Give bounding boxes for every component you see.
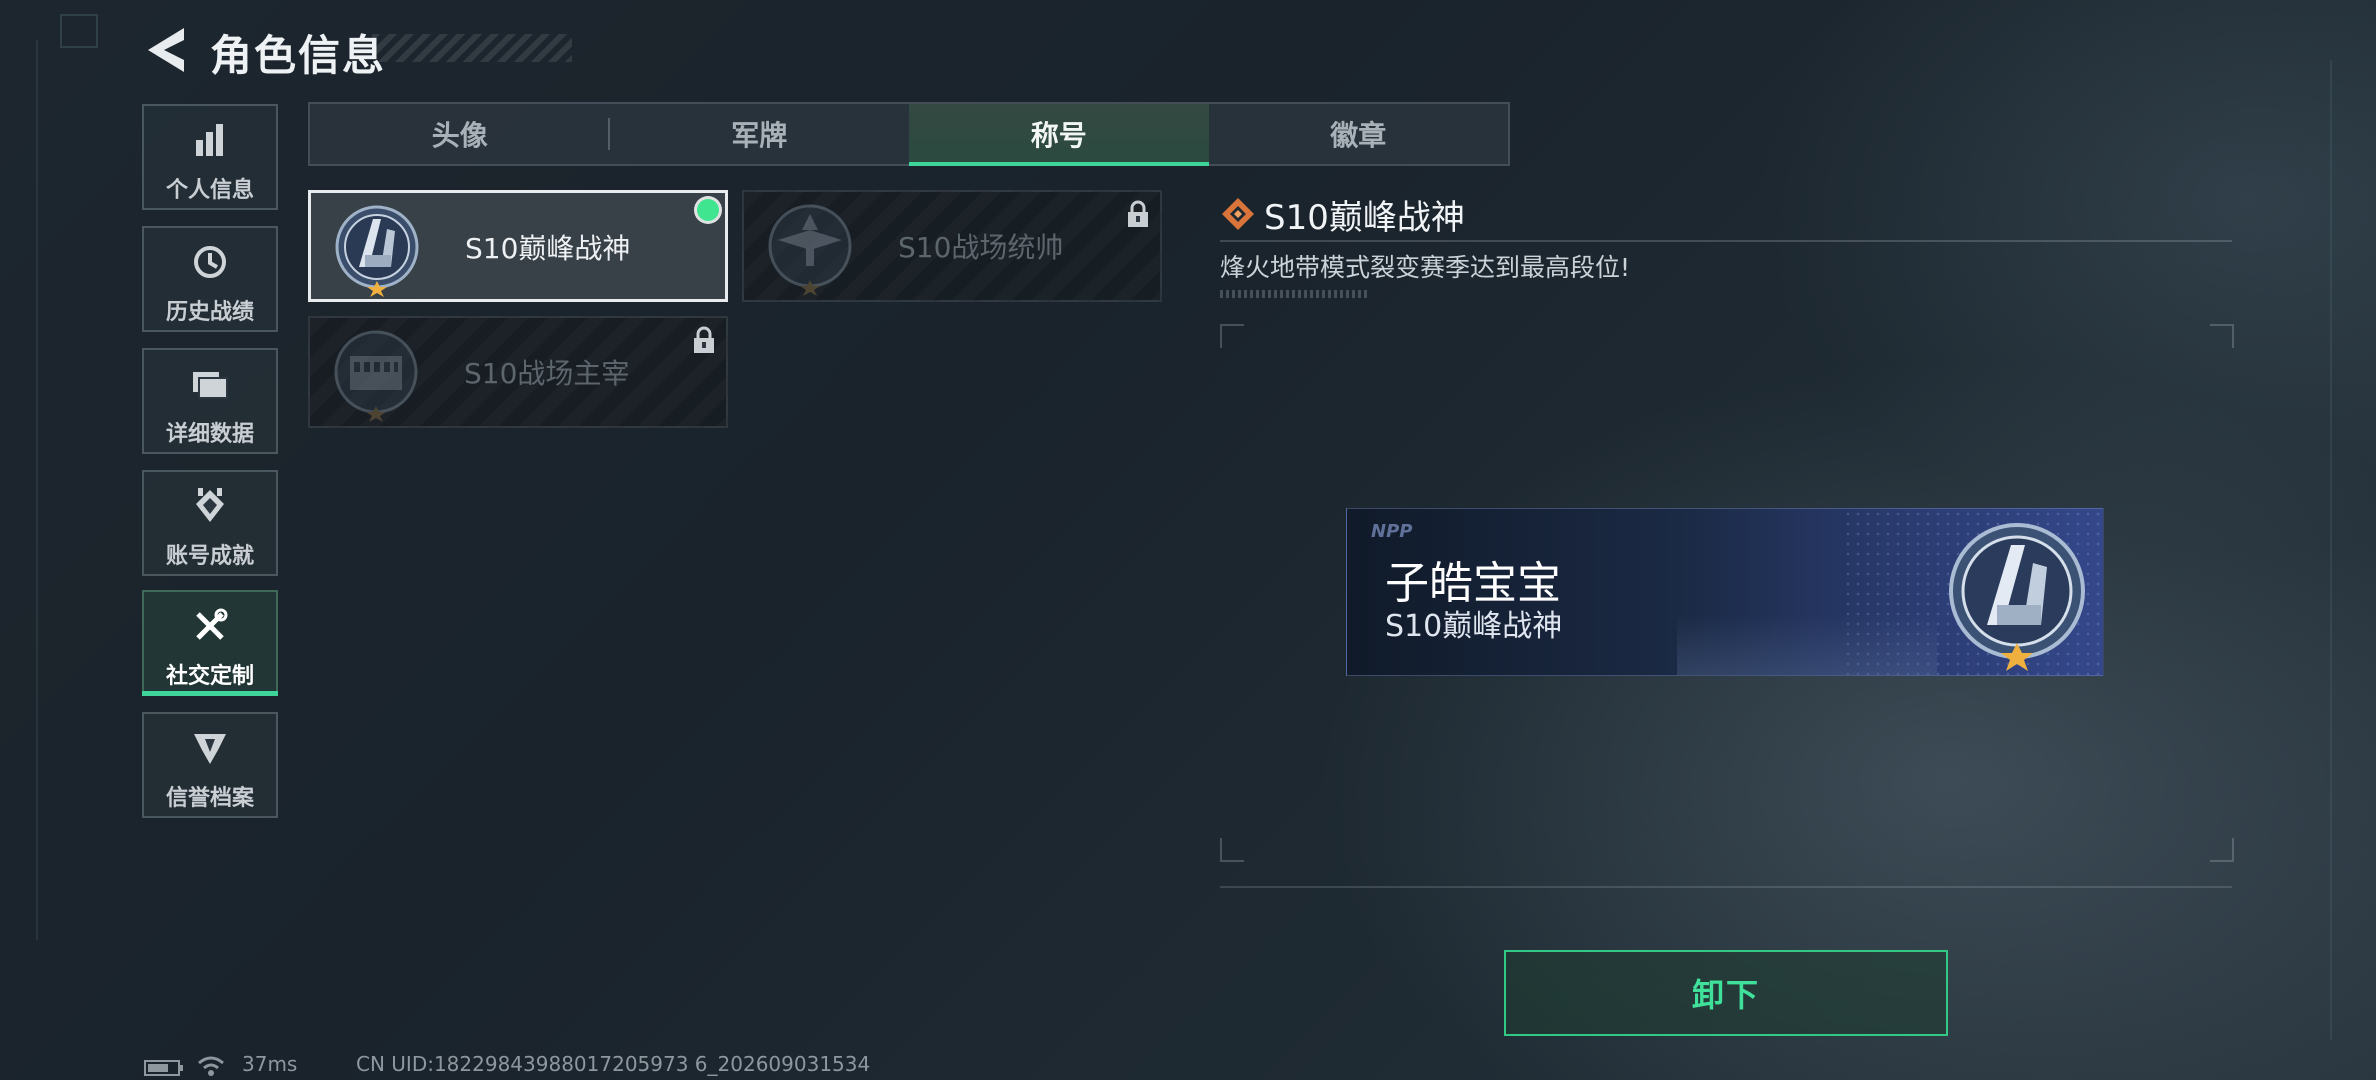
battery-icon xyxy=(144,1060,183,1076)
nameplate-cityscape xyxy=(1677,615,1937,675)
nameplate-preview: NPP 子皓宝宝 S10巅峰战神 xyxy=(1346,508,2104,676)
preview-frame-corner xyxy=(1220,838,1244,862)
detail-title: S10巅峰战神 xyxy=(1264,198,1465,238)
preview-frame-corner xyxy=(1220,324,1244,348)
active-indicator xyxy=(142,691,278,696)
title-decoration xyxy=(372,34,572,62)
title-emblem-icon xyxy=(334,330,418,422)
detail-divider xyxy=(1220,240,2232,242)
title-name: S10战场主宰 xyxy=(464,357,630,390)
nameplate-logo: NPP xyxy=(1371,521,1413,542)
history-clock-icon xyxy=(144,244,276,280)
sidebar-item-label: 历史战绩 xyxy=(165,300,254,325)
bar-chart-icon xyxy=(144,122,276,158)
title-emblem-icon xyxy=(768,204,852,296)
tab-label: 头像 xyxy=(431,119,488,152)
title-rank-icon xyxy=(1222,198,1254,230)
tab-label: 徽章 xyxy=(1330,119,1387,152)
wifi-icon xyxy=(198,1056,224,1076)
sidebar-item-social-custom[interactable]: 社交定制 xyxy=(142,590,278,696)
back-arrow-icon xyxy=(148,28,184,72)
title-card-s10-peak-god[interactable]: S10巅峰战神 xyxy=(308,190,728,302)
sidebar-item-detailed-data[interactable]: 详细数据 xyxy=(142,348,278,454)
detail-description: 烽火地带模式裂变赛季达到最高段位! xyxy=(1220,253,1631,282)
page-title: 角色信息 xyxy=(210,31,387,80)
title-card-s10-battlefield-commander[interactable]: S10战场统帅 xyxy=(742,190,1162,302)
back-button[interactable] xyxy=(142,22,192,78)
ping-value: 37ms xyxy=(242,1052,298,1076)
title-card-s10-battlefield-dominator[interactable]: S10战场主宰 xyxy=(308,316,728,428)
tab-badge[interactable]: 徽章 xyxy=(1209,104,1509,164)
sidebar-item-label: 社交定制 xyxy=(165,664,254,689)
unequip-button[interactable]: 卸下 xyxy=(1504,950,1948,1036)
tab-dog-tag[interactable]: 军牌 xyxy=(610,104,910,164)
tab-bar: 头像 军牌 称号 徽章 xyxy=(308,102,1510,166)
achievement-icon xyxy=(144,488,276,524)
description-decoration xyxy=(1220,290,1370,298)
preview-bottom-divider xyxy=(1220,886,2232,888)
sidebar-item-match-history[interactable]: 历史战绩 xyxy=(142,226,278,332)
credit-emblem-icon xyxy=(144,730,276,766)
player-uid: CN UID:18229843988017205973 6_2026090315… xyxy=(356,1052,871,1076)
folder-data-icon xyxy=(144,366,276,402)
nameplate-emblem-icon xyxy=(1949,523,2085,671)
sidebar-item-achievements[interactable]: 账号成就 xyxy=(142,470,278,576)
tab-active-underline xyxy=(909,162,1209,166)
frame-line-left xyxy=(36,40,38,940)
tools-icon xyxy=(144,608,276,644)
tab-title[interactable]: 称号 xyxy=(909,104,1209,166)
lock-icon xyxy=(694,326,714,353)
sidebar-item-personal-info[interactable]: 个人信息 xyxy=(142,104,278,210)
tab-label: 军牌 xyxy=(731,119,788,152)
equipped-indicator xyxy=(697,199,719,221)
sidebar-item-label: 账号成就 xyxy=(165,544,254,569)
tab-label: 称号 xyxy=(1030,119,1087,152)
preview-frame-corner xyxy=(2210,838,2234,862)
sidebar-item-label: 个人信息 xyxy=(165,178,254,203)
title-emblem-icon xyxy=(335,205,419,297)
title-name: S10战场统帅 xyxy=(898,231,1064,264)
tab-avatar[interactable]: 头像 xyxy=(310,104,610,164)
lock-icon xyxy=(1128,200,1148,227)
frame-line-right xyxy=(2330,60,2332,1040)
frame-corner-box xyxy=(60,14,98,48)
sidebar-item-label: 信誉档案 xyxy=(165,786,254,811)
preview-frame-corner xyxy=(2210,324,2234,348)
sidebar-item-credit-record[interactable]: 信誉档案 xyxy=(142,712,278,818)
nameplate-title: S10巅峰战神 xyxy=(1385,609,1563,644)
sidebar-item-label: 详细数据 xyxy=(165,422,254,447)
title-name: S10巅峰战神 xyxy=(465,232,631,265)
